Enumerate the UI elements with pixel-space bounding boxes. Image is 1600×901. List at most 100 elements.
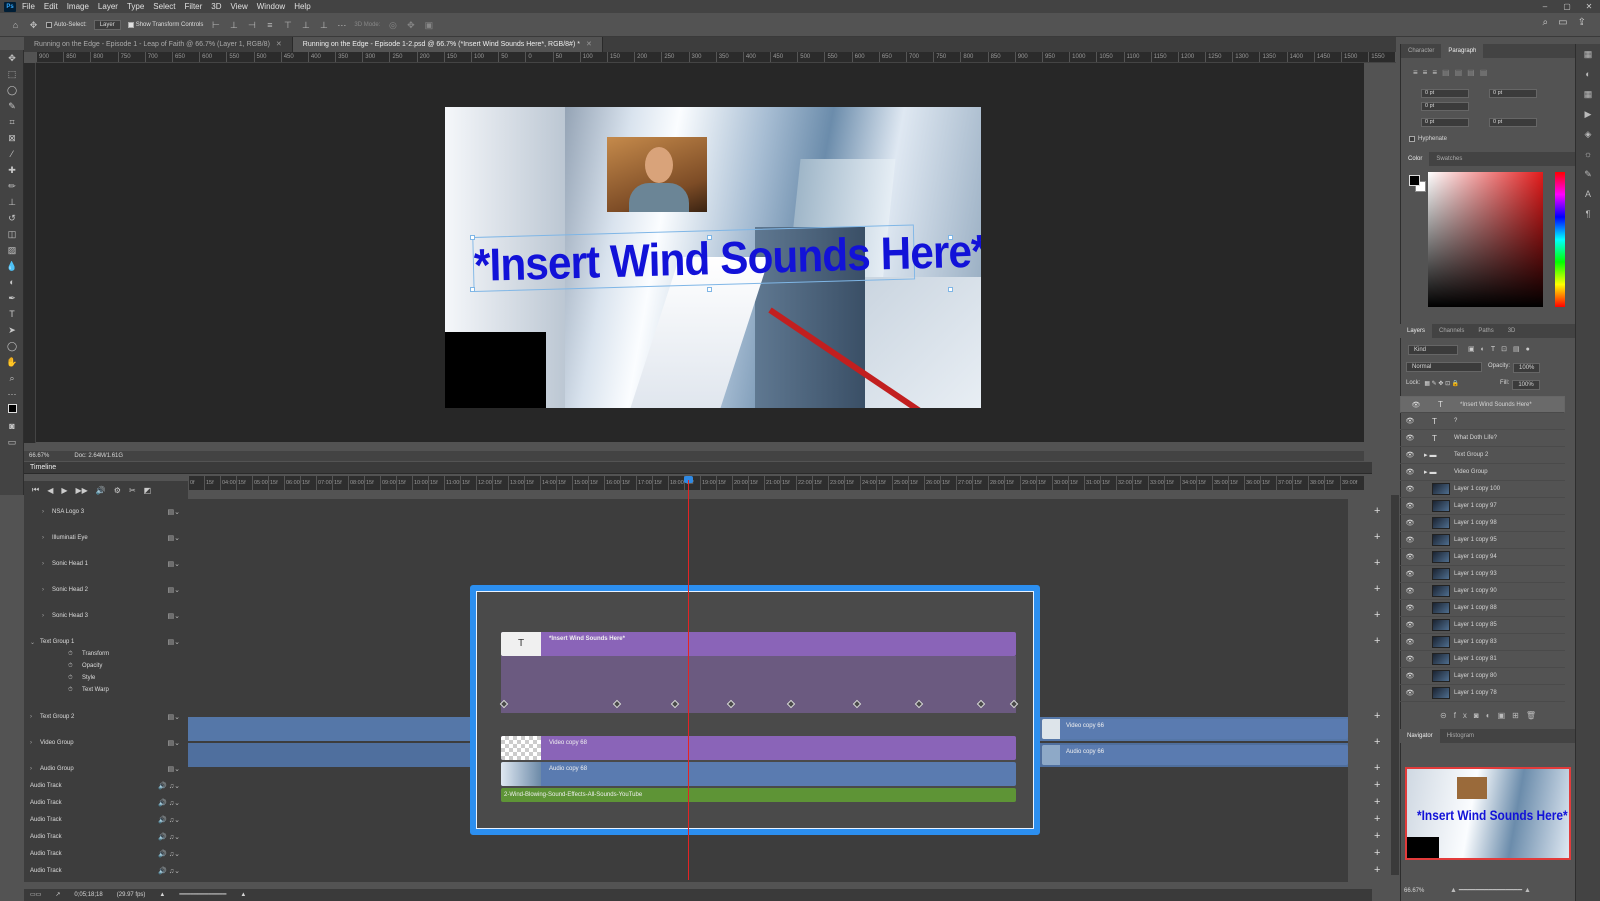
zoom-tool-icon[interactable]: ⌕ — [0, 370, 24, 386]
properties-icon[interactable]: ☼ — [1576, 144, 1600, 164]
video-copy-66-clip[interactable]: Video copy 66 — [1042, 719, 1348, 739]
layer-row[interactable]: 👁 Layer 1 copy 80 — [1400, 668, 1565, 685]
align-middle-icon[interactable]: ⊥ — [300, 20, 311, 30]
layer-row[interactable]: 👁 Layer 1 copy 100 — [1400, 481, 1565, 498]
next-frame-icon[interactable]: ▶▶ — [76, 486, 88, 495]
expand-chevron-icon[interactable]: ⌄ — [30, 639, 35, 646]
lasso-tool-icon[interactable]: ◯ — [0, 82, 24, 98]
zoom-level[interactable]: 66.67% — [29, 451, 49, 461]
home-icon[interactable]: ⌂ — [10, 20, 21, 30]
track-row[interactable]: › Sonic Head 3 ▤⌄ — [24, 603, 188, 629]
search-icon[interactable]: ⌕ — [1543, 17, 1549, 28]
indent-first-input[interactable]: 0 pt — [1421, 102, 1469, 111]
3d-camera-icon[interactable]: ▣ — [423, 20, 434, 30]
expand-chevron-icon[interactable]: › — [42, 587, 44, 593]
visibility-eye-icon[interactable]: 👁 — [1400, 468, 1420, 476]
visibility-eye-icon[interactable]: 👁 — [1400, 689, 1420, 697]
paragraph-icon[interactable]: ¶ — [1576, 204, 1600, 224]
property-row[interactable]: ⏱ Text Warp — [24, 684, 188, 696]
navigator-zoom[interactable]: 66.67% — [1404, 888, 1424, 894]
expand-chevron-icon[interactable]: › — [42, 509, 44, 515]
add-media-icon[interactable]: + — [1374, 847, 1588, 859]
transition-icon[interactable]: ◩ — [144, 486, 152, 495]
add-media-icon[interactable]: + — [1374, 583, 1588, 595]
edit-toolbar-icon[interactable]: ⋯ — [0, 386, 24, 402]
3d-pan-icon[interactable]: ✥ — [405, 20, 416, 30]
add-media-icon[interactable]: + — [1374, 779, 1588, 791]
learn-icon[interactable]: ▦ — [1576, 44, 1600, 64]
film-strip-icon[interactable]: ▤⌄ — [168, 586, 180, 594]
add-media-icon[interactable]: + — [1374, 710, 1588, 722]
tab-paragraph[interactable]: Paragraph — [1441, 44, 1484, 58]
marquee-tool-icon[interactable]: ⬚ — [0, 66, 24, 82]
split-icon[interactable]: ✂ — [129, 486, 136, 495]
layer-row[interactable]: 👁 T What Doth Life? — [1400, 430, 1565, 447]
add-media-icon[interactable]: + — [1374, 864, 1588, 876]
audio-track-row[interactable]: Audio Track 🔊 ♫⌄ — [24, 845, 188, 862]
audio-track-row[interactable]: Audio Track 🔊 ♫⌄ — [24, 777, 188, 794]
expand-chevron-icon[interactable]: › — [30, 766, 32, 772]
add-media-icon[interactable]: + — [1374, 736, 1588, 748]
add-media-icon[interactable]: + — [1374, 796, 1588, 808]
document-canvas[interactable]: *Insert Wind Sounds Here* — [445, 107, 981, 408]
transform-handle[interactable] — [948, 287, 953, 292]
tab-document-2[interactable]: Running on the Edge - Episode 1-2.psd @ … — [292, 37, 603, 52]
expand-chevron-icon[interactable]: › — [30, 714, 32, 720]
menu-file[interactable]: File — [22, 2, 35, 11]
audio-track-row[interactable]: Audio Track 🔊 ♫⌄ — [24, 862, 188, 879]
history-brush-icon[interactable]: ↺ — [0, 210, 24, 226]
film-strip-icon[interactable]: ▤⌄ — [168, 560, 180, 568]
auto-select-checkbox[interactable] — [46, 21, 52, 28]
share-icon[interactable]: ⇪ — [1578, 17, 1586, 28]
shape-tool-icon[interactable]: ◯ — [0, 338, 24, 354]
layer-row[interactable]: 👁 ▸ ▬ Video Group — [1400, 464, 1565, 481]
more-options-icon[interactable]: ⋯ — [336, 20, 347, 30]
auto-select-option[interactable]: Auto-Select: — [46, 21, 87, 28]
film-strip-icon[interactable]: ▤⌄ — [168, 534, 180, 542]
stopwatch-icon[interactable]: ⏱ — [68, 687, 73, 694]
property-row[interactable]: ⏱ Opacity — [24, 660, 188, 672]
visibility-eye-icon[interactable]: 👁 — [1400, 672, 1420, 680]
expand-chevron-icon[interactable]: › — [42, 561, 44, 567]
layer-row[interactable]: 👁 Layer 1 copy 98 — [1400, 515, 1565, 532]
menu-type[interactable]: Type — [127, 2, 144, 11]
add-media-icon[interactable]: + — [1374, 531, 1588, 543]
transform-handle[interactable] — [470, 287, 475, 292]
tab-swatches[interactable]: Swatches — [1429, 152, 1469, 166]
actions-icon[interactable]: ▶ — [1576, 104, 1600, 124]
wind-sound-audio-clip[interactable]: 2-Wind-Blowing-Sound-Effects-All-Sounds-… — [501, 788, 1016, 802]
visibility-eye-icon[interactable]: 👁 — [1400, 519, 1420, 527]
convert-frames-icon[interactable]: ↗ — [55, 889, 60, 901]
visibility-eye-icon[interactable]: 👁 — [1400, 451, 1420, 459]
property-row[interactable]: ⏱ Style — [24, 672, 188, 684]
align-right-text-icon[interactable]: ≡ — [1432, 68, 1442, 77]
layer-select-dropdown[interactable]: Layer — [93, 19, 121, 30]
maximize-icon[interactable]: ▢ — [1556, 0, 1578, 13]
menu-select[interactable]: Select — [153, 2, 175, 11]
track-row[interactable]: › NSA Logo 3 ▤⌄ — [24, 499, 188, 525]
hand-tool-icon[interactable]: ✋ — [0, 354, 24, 370]
stamp-tool-icon[interactable]: ⊥ — [0, 194, 24, 210]
align-center-icon[interactable]: ⊥ — [228, 20, 239, 30]
color-picker-field[interactable] — [1428, 172, 1543, 307]
previous-frame-icon[interactable]: ◀ — [47, 486, 53, 495]
path-select-tool-icon[interactable]: ➤ — [0, 322, 24, 338]
overlay-text-layer[interactable]: *Insert Wind Sounds Here* — [472, 224, 981, 292]
zoom-out-icon[interactable]: ▲ — [159, 889, 165, 901]
video-copy-68-clip[interactable]: Video copy 68 — [501, 736, 1016, 760]
visibility-eye-icon[interactable]: 👁 — [1400, 570, 1420, 578]
track-row[interactable]: › Sonic Head 1 ▤⌄ — [24, 551, 188, 577]
foreground-color-swatch[interactable] — [1409, 175, 1420, 186]
hyphenate-checkbox[interactable] — [1409, 136, 1415, 142]
dodge-tool-icon[interactable]: ◐ — [0, 274, 24, 290]
align-center-text-icon[interactable]: ≡ — [1423, 68, 1433, 77]
stopwatch-icon[interactable]: ⏱ — [68, 675, 73, 682]
film-strip-icon[interactable]: ▤⌄ — [168, 612, 180, 620]
libraries-icon[interactable]: ◈ — [1576, 124, 1600, 144]
film-strip-icon[interactable]: ▤⌄ — [168, 508, 180, 516]
add-media-icon[interactable]: + — [1374, 609, 1588, 621]
navigator-zoom-slider[interactable]: ▲ ━━━━━━━━━━━━━━━ ▲ — [1450, 886, 1531, 894]
layer-row[interactable]: 👁 T? — [1400, 413, 1565, 430]
minimize-icon[interactable]: – — [1534, 0, 1556, 13]
hyphenate-option[interactable]: Hyphenate — [1409, 136, 1447, 142]
